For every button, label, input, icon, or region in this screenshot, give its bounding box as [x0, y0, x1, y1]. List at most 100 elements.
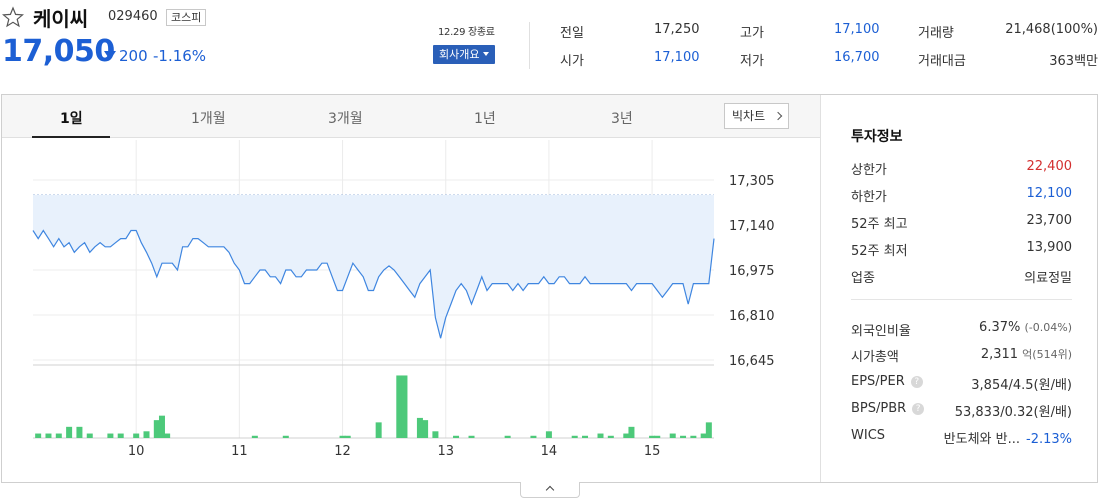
volume-bar [669, 433, 676, 438]
wics-sector-link[interactable]: 반도체와 반... [944, 432, 1020, 447]
volume-bar [35, 433, 42, 438]
price-area [32, 195, 715, 339]
high-label: 고가 [740, 26, 764, 41]
y-tick-label: 16,645 [729, 354, 775, 369]
volume-bar [251, 435, 258, 438]
help-icon[interactable]: ? [910, 376, 923, 388]
volume-bar [530, 435, 537, 438]
w52-high-value: 23,700 [1026, 213, 1073, 228]
x-tick-label: 13 [437, 444, 454, 459]
prev-close-value: 17,250 [654, 22, 700, 37]
chevron-right-icon [773, 111, 783, 121]
x-tick-label: 12 [334, 444, 351, 459]
market-badge: 코스피 [166, 9, 207, 26]
volume-value: 21,468(100%) [1005, 22, 1098, 37]
lower-limit-value: 12,100 [1026, 186, 1073, 201]
stock-code: 029460 [108, 9, 158, 24]
caret-down-icon [483, 52, 490, 56]
w52-low-row: 52주 최저 13,900 [851, 240, 1073, 259]
market-cap-row: 시가총액 2,311 억(514위) [851, 347, 1072, 365]
favorite-star-icon[interactable] [2, 6, 24, 28]
period-tabs: 1일 1개월 3개월 1년 3년 빅차트 [2, 95, 820, 138]
w52-low-value: 13,900 [1026, 240, 1073, 255]
volume-bar [680, 435, 687, 438]
sector-value[interactable]: 의료정밀 [1024, 267, 1072, 286]
volume-bar [422, 420, 429, 438]
tab-3month[interactable]: 3개월 [328, 108, 363, 128]
price-change-percent: -1.16% [153, 47, 207, 65]
volume-bar [133, 433, 140, 438]
info-divider [851, 299, 1072, 300]
divider [529, 22, 530, 69]
volume-bar [344, 435, 351, 438]
x-axis-labels: 10 11 12 13 14 15 [128, 444, 660, 459]
volume-bar [468, 435, 475, 438]
w52-high-row: 52주 최고 23,700 [851, 213, 1073, 232]
chart-panel: 1일 1개월 3개월 1년 3년 빅차트 17,305 17,140 16,975 1… [1, 94, 1098, 483]
volume-bar [545, 431, 552, 438]
price-change: 200 [104, 47, 148, 65]
prev-close-label: 전일 [560, 26, 584, 41]
y-tick-label: 17,140 [729, 219, 775, 234]
wics-row: WICS 반도체와 반... -2.13% [851, 428, 1072, 447]
chevron-up-icon [545, 485, 555, 495]
help-icon[interactable]: ? [912, 403, 925, 415]
company-overview-button[interactable]: 회사개요 [433, 45, 496, 64]
tab-1day[interactable]: 1일 [60, 108, 83, 128]
volume-bar [153, 420, 160, 438]
open-value: 17,100 [654, 50, 700, 65]
volume-bar [654, 435, 661, 438]
x-tick-label: 15 [644, 444, 661, 459]
y-tick-label: 16,810 [729, 309, 775, 324]
x-tick-label: 14 [541, 444, 558, 459]
volume-bar [396, 375, 403, 438]
x-tick-label: 11 [231, 444, 248, 459]
volume-bar [158, 415, 165, 438]
volume-bar [55, 433, 62, 438]
tab-1month[interactable]: 1개월 [191, 108, 226, 128]
volume-bar [339, 435, 346, 438]
volume-bar [690, 435, 697, 438]
volume-bar [582, 435, 589, 438]
volume-bar [705, 422, 712, 438]
volume-bar [117, 433, 124, 438]
volume-bar [282, 435, 289, 438]
volume-bar [143, 431, 150, 438]
volume-bar [607, 435, 614, 438]
intraday-chart: 17,30517,14016,97516,81016,645 10 11 12 13 1… [32, 140, 775, 459]
volume-bar [453, 435, 460, 438]
investment-info-title: 투자정보 [851, 129, 903, 145]
volume-bar [401, 375, 408, 438]
big-chart-button[interactable]: 빅차트 [724, 103, 789, 129]
wics-change: -2.13% [1026, 432, 1072, 447]
y-tick-label: 16,975 [729, 264, 775, 279]
price-change-value: 200 [119, 47, 148, 65]
sector-row: 업종 의료정밀 [851, 267, 1072, 286]
down-arrow-icon [104, 51, 116, 60]
price-area-fill [33, 195, 714, 339]
eps-per-row: EPS/PER? 3,854/4.5(원/배) [851, 374, 1072, 393]
y-axis-labels: 17,305 17,140 16,975 16,810 16,645 [729, 174, 775, 369]
current-price: 17,050 [2, 34, 115, 69]
volume-bar [45, 433, 52, 438]
volume-bar [571, 435, 578, 438]
tab-3year[interactable]: 3년 [611, 108, 633, 128]
volume-bar [66, 426, 73, 438]
low-label: 저가 [740, 54, 764, 69]
collapse-button[interactable] [520, 482, 580, 498]
high-value: 17,100 [834, 22, 880, 37]
volume-bar [700, 433, 707, 438]
amount-value: 363백만 [1049, 54, 1098, 69]
volume-bar [597, 433, 604, 438]
volume-bar [86, 433, 93, 438]
volume-bar [76, 426, 83, 438]
x-tick-label: 10 [128, 444, 145, 459]
volume-bar [107, 433, 114, 438]
lower-limit-row: 하한가 12,100 [851, 186, 1073, 205]
foreign-ratio-row: 외국인비율 6.37% (-0.04%) [851, 320, 1072, 339]
stock-name: 케이씨 [33, 7, 89, 31]
stock-header: 케이씨 029460 코스피 17,050 200 -1.16% 12.29 장… [0, 0, 1100, 92]
upper-limit-row: 상한가 22,400 [851, 159, 1072, 178]
bps-pbr-row: BPS/PBR? 53,833/0.32(원/배) [851, 401, 1072, 420]
tab-1year[interactable]: 1년 [474, 108, 496, 128]
